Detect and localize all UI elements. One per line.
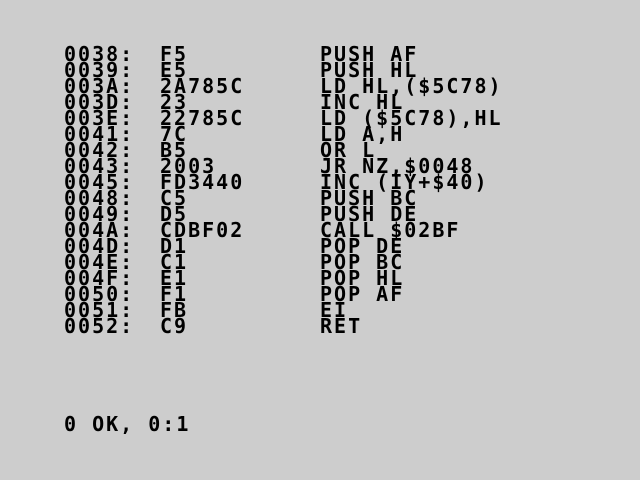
address-cell: 0052: — [64, 314, 135, 338]
opcode-bytes-cell: C9 — [160, 314, 189, 338]
listing-row: 0052: C9 RET — [64, 314, 604, 338]
status-line: 0 OK, 0:1 — [64, 412, 191, 436]
emulator-screen: 0038: F5 PUSH AF 0039: E5 PUSH HL 003A: 2A785C L… — [0, 0, 640, 480]
disassembly-listing: 0038: F5 PUSH AF 0039: E5 PUSH HL 003A: 2A785C L… — [64, 44, 604, 338]
instruction-cell: RET — [320, 314, 363, 338]
